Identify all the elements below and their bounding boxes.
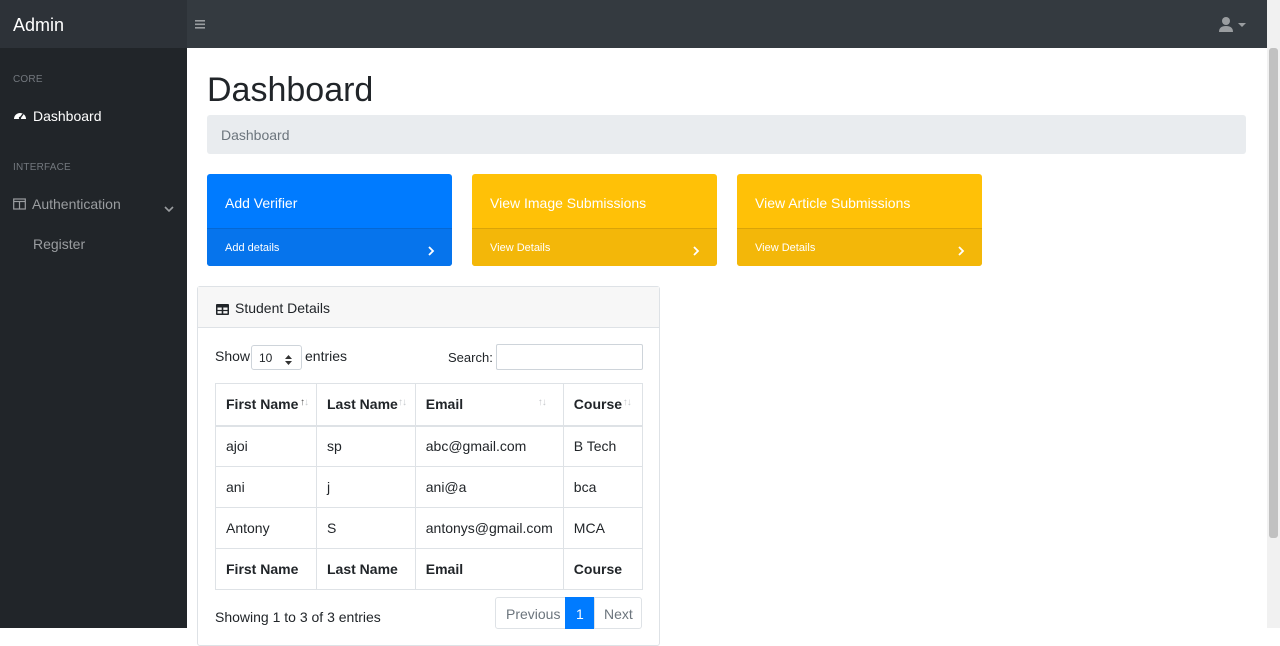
entries-label: entries: [305, 348, 348, 364]
footer-course: Course: [562, 548, 644, 590]
table-header-row: First Name ↑↓ Last Name ↑↓ Email ↑↓ Cour…: [215, 383, 644, 427]
student-table: First Name ↑↓ Last Name ↑↓ Email ↑↓ Cour…: [215, 383, 644, 590]
sort-select-icon: [285, 354, 292, 365]
cell-first-name: Antony: [215, 507, 317, 549]
cell-last-name: S: [316, 507, 416, 549]
pagination-next-button[interactable]: Next: [594, 597, 642, 629]
card-title: View Article Submissions: [755, 195, 911, 211]
search-label: Search:: [448, 350, 493, 365]
pagination-page-1-button[interactable]: 1: [565, 597, 594, 629]
card-footer-link[interactable]: View Details: [472, 228, 717, 266]
cell-email: ani@a: [414, 466, 564, 508]
chevron-right-icon: [957, 243, 965, 256]
cell-email: antonys@gmail.com: [414, 507, 564, 549]
table-info: Showing 1 to 3 of 3 entries: [215, 609, 381, 625]
columns-icon: [13, 197, 27, 211]
breadcrumb: Dashboard: [207, 115, 1246, 154]
tachometer-icon: [13, 109, 27, 123]
card-title: Add Verifier: [225, 195, 298, 211]
view-image-submissions-card[interactable]: View Image Submissions View Details: [472, 174, 717, 266]
card-footer-link[interactable]: View Details: [737, 228, 982, 266]
panel-title: Student Details: [235, 300, 330, 316]
chevron-right-icon: [692, 243, 700, 256]
card-footer-label: View Details: [490, 242, 551, 254]
show-label: Show: [215, 348, 251, 364]
user-icon: [1219, 17, 1233, 32]
top-navbar: Admin: [0, 0, 1267, 48]
cell-first-name: ajoi: [215, 425, 317, 467]
sidebar-item-label: Dashboard: [33, 108, 102, 124]
search-input[interactable]: [496, 344, 643, 370]
column-header-email[interactable]: Email ↑↓: [414, 383, 564, 427]
footer-email: Email: [414, 548, 564, 590]
chevron-right-icon: [427, 243, 435, 256]
footer-first-name: First Name: [215, 548, 317, 590]
footer-last-name: Last Name: [316, 548, 416, 590]
card-footer-label: Add details: [225, 242, 280, 254]
sort-icon: ↑↓: [537, 397, 547, 408]
card-footer-link[interactable]: Add details: [207, 228, 452, 266]
sidebar-heading-interface: INTERFACE: [13, 162, 71, 173]
panel-header: Student Details: [198, 287, 659, 328]
table-row: ani j ani@a bca: [215, 466, 644, 508]
page-length-value: 10: [259, 351, 273, 365]
table-row: Antony S antonys@gmail.com MCA: [215, 507, 644, 549]
sort-asc-icon: ↑↓: [300, 397, 309, 408]
brand-title[interactable]: Admin: [13, 14, 64, 36]
user-menu-button[interactable]: [1216, 15, 1250, 35]
cell-course: MCA: [562, 507, 644, 549]
cell-course: bca: [562, 466, 644, 508]
sort-icon: ↑↓: [622, 397, 632, 408]
page-length-select[interactable]: 10: [251, 345, 302, 370]
sidebar-item-label: Register: [33, 236, 86, 252]
pagination-previous-button[interactable]: Previous: [495, 597, 566, 629]
cell-first-name: ani: [215, 466, 317, 508]
cell-last-name: j: [316, 466, 416, 508]
sidebar-item-register[interactable]: Register: [0, 232, 187, 256]
caret-down-icon: [1238, 23, 1246, 27]
table-footer-row: First Name Last Name Email Course: [215, 548, 644, 590]
view-article-submissions-card[interactable]: View Article Submissions View Details: [737, 174, 982, 266]
sidebar: CORE Dashboard INTERFACE Authentication …: [0, 48, 187, 628]
add-verifier-card[interactable]: Add Verifier Add details: [207, 174, 452, 266]
cell-course: B Tech: [562, 425, 644, 467]
column-header-first-name[interactable]: First Name ↑↓: [215, 383, 317, 427]
sidebar-heading-core: CORE: [13, 74, 43, 85]
cell-email: abc@gmail.com: [414, 425, 564, 467]
sort-icon: ↑↓: [398, 397, 407, 408]
cell-last-name: sp: [316, 425, 416, 467]
sidebar-toggle-icon[interactable]: [193, 16, 207, 32]
sidebar-item-dashboard[interactable]: Dashboard: [0, 104, 187, 128]
scrollbar-thumb[interactable]: [1269, 48, 1278, 538]
card-footer-label: View Details: [755, 242, 816, 254]
table-row: ajoi sp abc@gmail.com B Tech: [215, 425, 644, 467]
sidebar-item-label: Authentication: [32, 196, 121, 212]
table-icon: [216, 302, 229, 315]
page-title: Dashboard: [207, 71, 374, 109]
card-title: View Image Submissions: [490, 195, 647, 211]
chevron-down-icon: [164, 200, 174, 213]
breadcrumb-item: Dashboard: [221, 127, 290, 143]
sidebar-item-authentication[interactable]: Authentication: [0, 192, 187, 216]
column-header-last-name[interactable]: Last Name ↑↓: [316, 383, 416, 427]
column-header-course[interactable]: Course ↑↓: [562, 383, 644, 427]
brand-area: Admin: [0, 0, 187, 48]
